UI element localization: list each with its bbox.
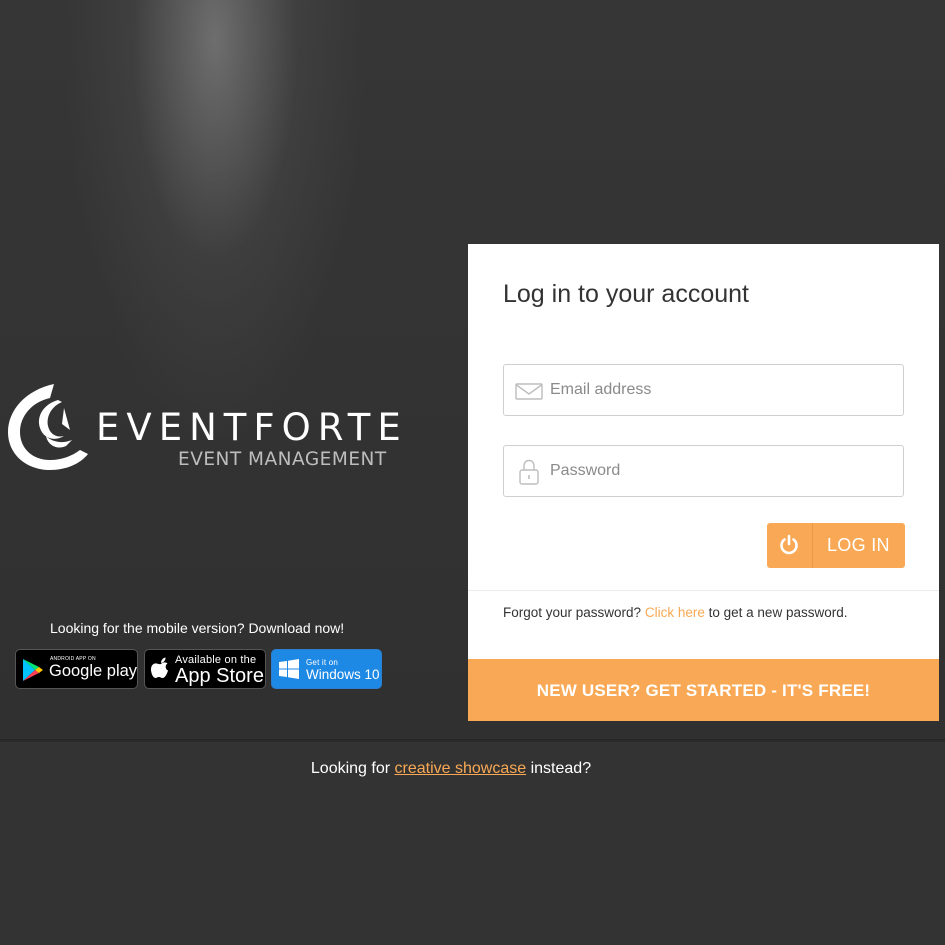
login-card: Log in to your account LOG IN Forgot you… xyxy=(468,244,939,721)
login-button-label: LOG IN xyxy=(827,535,890,555)
google-play-label: Google play xyxy=(49,662,138,680)
signup-cta-button[interactable]: NEW USER? GET STARTED - IT'S FREE! xyxy=(468,659,939,721)
google-play-button[interactable]: ANDROID APP ON Google play xyxy=(15,649,138,689)
login-button-separator xyxy=(812,523,813,568)
forgot-password-prefix: Forgot your password? xyxy=(503,605,642,620)
windows-icon xyxy=(279,659,299,679)
mobile-download-prompt: Looking for the mobile version? Download… xyxy=(50,620,345,636)
brand-tagline: EVENT MANAGEMENT xyxy=(178,449,387,470)
power-icon xyxy=(780,534,798,555)
creative-showcase-link[interactable]: creative showcase xyxy=(395,760,527,777)
app-store-button[interactable]: Available on the App Store xyxy=(144,649,266,689)
card-separator xyxy=(468,590,939,591)
password-input[interactable] xyxy=(550,446,890,496)
windows-store-label: Windows 10 xyxy=(306,667,380,682)
showcase-suffix: instead? xyxy=(530,760,592,777)
password-field-wrapper xyxy=(503,445,904,497)
eventforte-logo-icon xyxy=(8,384,88,470)
forgot-password-text: Forgot your password? Click here to get … xyxy=(503,605,847,620)
google-play-icon xyxy=(23,659,43,681)
showcase-prefix: Looking for xyxy=(310,760,391,777)
app-store-label: App Store xyxy=(175,665,264,687)
showcase-text: Looking for creative showcase instead? xyxy=(0,760,902,778)
forgot-password-link[interactable]: Click here xyxy=(645,605,705,620)
envelope-icon xyxy=(515,383,543,400)
login-title: Log in to your account xyxy=(503,280,749,308)
brand-logo: EVENTFORTE EVENT MANAGEMENT xyxy=(6,380,401,475)
forgot-password-suffix: to get a new password. xyxy=(708,605,848,620)
email-field-wrapper xyxy=(503,364,904,416)
brand-name: EVENTFORTE xyxy=(96,406,408,449)
windows-store-button[interactable]: Get it on Windows 10 xyxy=(271,649,382,689)
windows-store-small-label: Get it on xyxy=(306,658,339,667)
apple-icon xyxy=(151,657,168,678)
email-input[interactable] xyxy=(550,365,890,415)
lock-icon xyxy=(519,459,539,485)
login-button[interactable]: LOG IN xyxy=(767,523,905,568)
